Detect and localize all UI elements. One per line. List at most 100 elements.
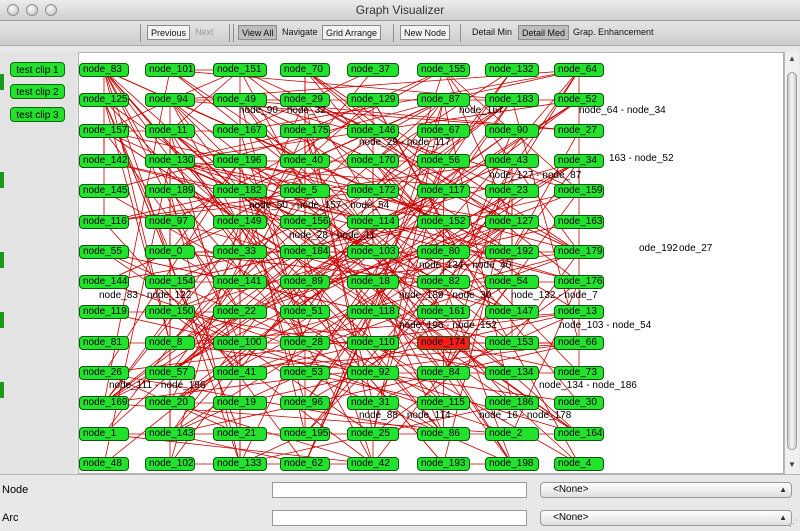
graph-node[interactable]: node_4	[554, 457, 604, 471]
graph-canvas[interactable]: node_83 node_101 node_151 node_70 node_37 nod…	[78, 52, 784, 474]
graph-node[interactable]: node_34	[554, 154, 604, 168]
graph-node[interactable]: node_84	[417, 366, 470, 380]
graph-node[interactable]: node_133	[213, 457, 267, 471]
graph-node[interactable]: node_192	[485, 245, 539, 259]
resize-grip-icon[interactable]: ⋰	[789, 518, 798, 529]
graph-node[interactable]: node_33	[213, 245, 267, 259]
graph-node[interactable]: node_155	[417, 63, 470, 77]
graph-node[interactable]: node_62	[280, 457, 330, 471]
clip-item-1[interactable]: test clip 1	[10, 62, 65, 77]
graph-node[interactable]: node_159	[554, 184, 604, 198]
graph-node[interactable]: node_23	[485, 184, 539, 198]
view-all-button[interactable]: View All	[238, 25, 278, 40]
graph-node[interactable]: node_67	[417, 124, 470, 138]
graph-node[interactable]: node_154	[145, 275, 195, 289]
graph-node[interactable]: node_134	[485, 366, 539, 380]
graph-node[interactable]: node_116	[79, 215, 129, 229]
graph-node[interactable]: node_80	[417, 245, 470, 259]
graph-node[interactable]: node_102	[145, 457, 195, 471]
graph-node[interactable]: node_30	[554, 396, 604, 410]
graph-node[interactable]: node_96	[280, 396, 330, 410]
graph-node[interactable]: node_142	[79, 154, 129, 168]
graph-node[interactable]: node_146	[347, 124, 399, 138]
previous-button[interactable]: Previous	[147, 25, 191, 40]
graph-node[interactable]: node_175	[280, 124, 330, 138]
graph-node[interactable]: node_2	[485, 427, 539, 441]
arc-name-input[interactable]	[272, 510, 527, 526]
graph-node[interactable]: node_51	[280, 305, 330, 319]
graph-node[interactable]: node_132	[485, 63, 539, 77]
graph-node[interactable]: node_115	[417, 396, 470, 410]
graph-node[interactable]: node_153	[485, 336, 539, 350]
graph-node[interactable]: node_198	[485, 457, 539, 471]
graph-node[interactable]: node_27	[554, 124, 604, 138]
graph-node[interactable]: node_143	[145, 427, 195, 441]
graph-node[interactable]: node_48	[79, 457, 129, 471]
graph-node[interactable]: node_161	[417, 305, 470, 319]
scrollbar-thumb[interactable]	[787, 72, 797, 450]
graph-node[interactable]: node_94	[145, 93, 195, 107]
graph-node[interactable]: node_70	[280, 63, 330, 77]
graph-node[interactable]: node_174	[417, 336, 470, 350]
detail-med-button[interactable]: Detail Med	[518, 25, 570, 40]
graph-node[interactable]: node_89	[280, 275, 330, 289]
graph-node[interactable]: node_11	[145, 124, 195, 138]
grid-arrange-button[interactable]: Grid Arrange	[322, 25, 382, 40]
graph-node[interactable]: node_114	[347, 215, 399, 229]
clip-item-3[interactable]: test clip 3	[10, 107, 65, 122]
detail-min-button[interactable]: Detail Min	[469, 25, 515, 40]
graph-node[interactable]: node_144	[79, 275, 129, 289]
clip-item-2[interactable]: test clip 2	[10, 84, 65, 99]
next-button[interactable]: Next	[192, 25, 217, 40]
graph-node[interactable]: node_176	[554, 275, 604, 289]
canvas-vertical-scrollbar[interactable]: ▲ ▼	[784, 52, 799, 474]
graph-node[interactable]: node_37	[347, 63, 399, 77]
graph-node[interactable]: node_18	[347, 275, 399, 289]
graph-node[interactable]: node_100	[213, 336, 267, 350]
graph-edge[interactable]	[169, 402, 374, 465]
graph-node[interactable]: node_64	[554, 63, 604, 77]
graph-node[interactable]: node_117	[417, 184, 470, 198]
graph-node[interactable]: node_186	[485, 396, 539, 410]
graph-node[interactable]: node_97	[145, 215, 195, 229]
graph-node[interactable]: node_1	[79, 427, 129, 441]
graph-node[interactable]: node_57	[145, 366, 195, 380]
graph-node[interactable]: node_119	[79, 305, 129, 319]
graph-node[interactable]: node_150	[145, 305, 195, 319]
graph-node[interactable]: node_172	[347, 184, 399, 198]
graph-node[interactable]: node_157	[79, 124, 129, 138]
graph-node[interactable]: node_189	[145, 184, 195, 198]
graph-node[interactable]: node_86	[417, 427, 470, 441]
graph-node[interactable]: node_92	[347, 366, 399, 380]
graph-node[interactable]: node_101	[145, 63, 195, 77]
graph-node[interactable]: node_66	[554, 336, 604, 350]
graph-node[interactable]: node_164	[554, 427, 604, 441]
graph-node[interactable]: node_152	[417, 215, 470, 229]
graph-node[interactable]: node_21	[213, 427, 267, 441]
node-type-select[interactable]: <None> ▲	[540, 482, 792, 498]
navigate-button[interactable]: Navigate	[279, 25, 321, 40]
graph-node[interactable]: node_43	[485, 154, 539, 168]
graph-node[interactable]: node_53	[280, 366, 330, 380]
graph-node[interactable]: node_130	[145, 154, 195, 168]
graph-node[interactable]: node_182	[213, 184, 267, 198]
graph-node[interactable]: node_5	[280, 184, 330, 198]
graph-node[interactable]: node_170	[347, 154, 399, 168]
scroll-down-arrow-icon[interactable]: ▼	[787, 460, 797, 470]
graph-node[interactable]: node_8	[145, 336, 195, 350]
graph-node[interactable]: node_41	[213, 366, 267, 380]
graph-node[interactable]: node_90	[485, 124, 539, 138]
graph-node[interactable]: node_195	[280, 427, 330, 441]
graph-node[interactable]: node_73	[554, 366, 604, 380]
graph-node[interactable]: node_22	[213, 305, 267, 319]
graph-node[interactable]: node_129	[347, 93, 399, 107]
graph-node[interactable]: node_20	[145, 396, 195, 410]
graph-node[interactable]: node_55	[79, 245, 129, 259]
graph-node[interactable]: node_179	[554, 245, 604, 259]
graph-node[interactable]: node_40	[280, 154, 330, 168]
graph-node[interactable]: node_26	[79, 366, 129, 380]
scroll-up-arrow-icon[interactable]: ▲	[787, 54, 797, 64]
graph-node[interactable]: node_145	[79, 184, 129, 198]
graph-node[interactable]: node_141	[213, 275, 267, 289]
graph-node[interactable]: node_81	[79, 336, 129, 350]
